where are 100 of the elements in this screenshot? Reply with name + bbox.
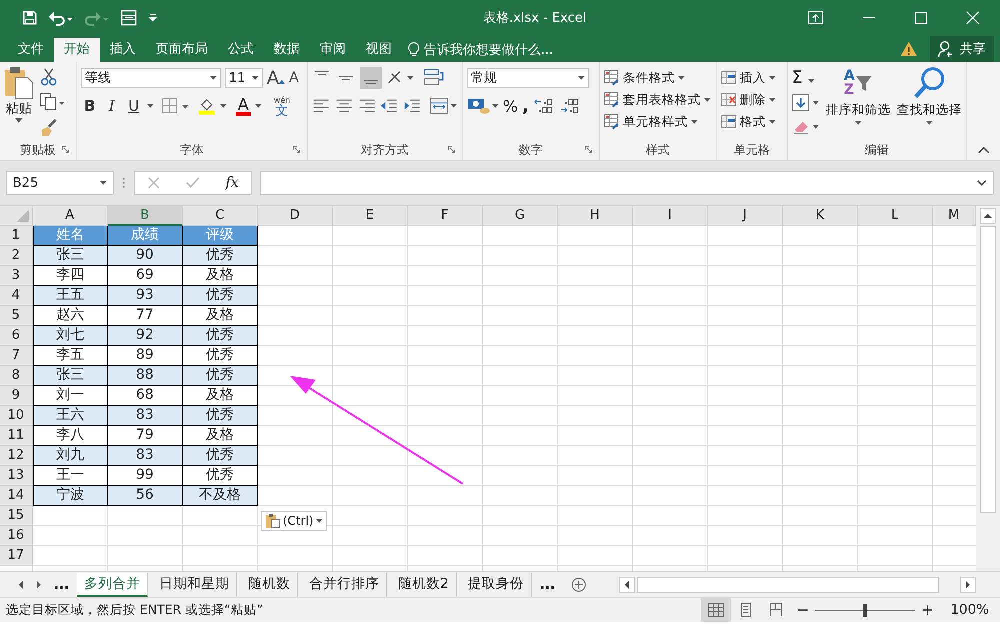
row-header[interactable]: 11 xyxy=(0,426,33,446)
customize-icon[interactable] xyxy=(148,13,158,23)
font-size-field[interactable]: 11 xyxy=(225,68,263,88)
view-button[interactable] xyxy=(700,598,731,622)
fill-down-icon[interactable] xyxy=(792,94,820,112)
merge-center-icon[interactable] xyxy=(430,97,458,115)
row-header[interactable]: 12 xyxy=(0,446,33,466)
expand-icon[interactable] xyxy=(977,180,987,186)
comma-button[interactable]: , xyxy=(522,96,530,116)
number-format-field[interactable]: 常规 xyxy=(467,68,589,88)
warning-icon[interactable] xyxy=(900,41,918,57)
align-right-icon[interactable] xyxy=(358,97,376,115)
style-menu-button[interactable]: 套用表格格式 xyxy=(604,90,712,110)
fill-color-icon[interactable] xyxy=(198,97,228,115)
row-header[interactable]: 6 xyxy=(0,326,33,346)
more-sheets-button[interactable]: ... xyxy=(50,576,74,592)
formula-input[interactable] xyxy=(260,171,994,195)
ribbon-tab[interactable]: 公式 xyxy=(218,38,264,62)
decrease-decimal-icon[interactable] xyxy=(559,97,582,115)
row-header[interactable]: 14 xyxy=(0,486,33,506)
row-header[interactable]: 13 xyxy=(0,466,33,486)
dialog-launcher-icon[interactable] xyxy=(293,146,301,154)
cut-icon[interactable] xyxy=(40,68,58,86)
underline-button[interactable]: U xyxy=(125,97,143,115)
autosum-button[interactable]: Σ xyxy=(792,68,820,88)
row-header[interactable]: 15 xyxy=(0,506,33,526)
insert-function-button[interactable]: fx xyxy=(226,175,239,191)
cells-menu-button[interactable]: 删除 xyxy=(721,90,783,110)
row-header[interactable]: 1 xyxy=(0,226,33,246)
phonetic-button[interactable]: wén 文 xyxy=(274,95,290,117)
form-icon[interactable] xyxy=(120,9,138,27)
grow-font-button[interactable]: A xyxy=(267,68,286,88)
ribbon-tab[interactable]: 视图 xyxy=(356,38,402,62)
undo-icon[interactable] xyxy=(48,10,74,26)
more-sheets-button[interactable]: ... xyxy=(536,576,560,592)
ribbon-tab[interactable]: 数据 xyxy=(264,38,310,62)
add-sheet-icon[interactable] xyxy=(571,576,588,592)
scroll-thumb[interactable] xyxy=(637,576,940,592)
row-header[interactable]: 4 xyxy=(0,286,33,306)
row-header[interactable]: 3 xyxy=(0,266,33,286)
ribbon-display-icon[interactable] xyxy=(808,11,824,25)
name-box[interactable]: B25 xyxy=(6,171,114,195)
column-header[interactable]: J xyxy=(708,206,783,226)
scroll-up-icon[interactable] xyxy=(980,208,996,224)
scroll-left-icon[interactable] xyxy=(619,576,636,592)
align-center-icon[interactable] xyxy=(334,97,354,115)
find-select-button[interactable]: 查找和选择 xyxy=(897,66,962,140)
scroll-right-icon[interactable] xyxy=(960,576,976,592)
copy-icon[interactable] xyxy=(40,93,66,111)
column-header[interactable]: D xyxy=(258,206,333,226)
wrap-text-icon[interactable] xyxy=(424,68,446,88)
row-header[interactable]: 2 xyxy=(0,246,33,266)
borders-icon[interactable] xyxy=(162,98,190,114)
column-header[interactable]: A xyxy=(33,206,108,226)
column-header[interactable]: H xyxy=(558,206,633,226)
maximize-icon[interactable] xyxy=(914,11,928,25)
ribbon-tab[interactable]: 插入 xyxy=(100,38,146,62)
close-icon[interactable] xyxy=(966,11,980,25)
row-header[interactable]: 17 xyxy=(0,546,33,566)
column-header[interactable]: M xyxy=(933,206,976,226)
increase-indent-icon[interactable] xyxy=(403,97,422,115)
paste-options-button[interactable]: (Ctrl) xyxy=(261,511,327,531)
column-header[interactable]: E xyxy=(333,206,408,226)
sort-filter-button[interactable]: A Z 排序和筛选 xyxy=(826,66,891,140)
cells-menu-button[interactable]: 格式 xyxy=(721,112,783,132)
increase-decimal-icon[interactable] xyxy=(533,97,556,115)
ribbon-tab[interactable]: 文件 xyxy=(8,38,54,62)
row-header[interactable]: 5 xyxy=(0,306,33,326)
font-name-field[interactable]: 等线 xyxy=(81,68,221,88)
font-color-button[interactable]: A xyxy=(236,96,251,116)
style-menu-button[interactable]: 单元格样式 xyxy=(604,112,712,132)
row-header[interactable]: 7 xyxy=(0,346,33,366)
zoom-out-button[interactable]: − xyxy=(790,601,816,619)
column-header[interactable]: L xyxy=(858,206,933,226)
decrease-indent-icon[interactable] xyxy=(380,97,400,115)
sheet-tab[interactable]: 多列合并 xyxy=(77,572,148,596)
currency-icon[interactable] xyxy=(467,97,499,115)
format-painter-icon[interactable] xyxy=(40,118,58,136)
percent-button[interactable]: % xyxy=(503,96,518,116)
tell-me-field[interactable]: 告诉我你想要做什么... xyxy=(408,38,554,62)
share-button[interactable]: 共享 xyxy=(930,36,994,62)
column-header[interactable]: G xyxy=(483,206,558,226)
zoom-slider-thumb[interactable] xyxy=(863,604,868,616)
save-icon[interactable] xyxy=(22,10,38,26)
italic-button[interactable]: I xyxy=(103,97,121,115)
shrink-font-button[interactable]: A xyxy=(289,70,299,86)
cells-menu-button[interactable]: 插入 xyxy=(721,68,783,88)
column-header[interactable]: F xyxy=(408,206,483,226)
zoom-in-button[interactable]: + xyxy=(915,601,940,619)
zoom-level[interactable]: 100% xyxy=(940,602,1000,618)
column-header[interactable]: K xyxy=(783,206,858,226)
scroll-thumb[interactable] xyxy=(980,226,996,513)
ribbon-tab[interactable]: 页面布局 xyxy=(146,38,218,62)
bottom-align-icon[interactable] xyxy=(360,67,382,89)
column-header[interactable]: B xyxy=(108,206,183,226)
dialog-launcher-icon[interactable] xyxy=(585,146,593,154)
column-header[interactable]: C xyxy=(183,206,258,226)
ribbon-tab[interactable]: 开始 xyxy=(54,38,100,62)
column-header[interactable]: I xyxy=(633,206,708,226)
dialog-launcher-icon[interactable] xyxy=(448,146,456,154)
